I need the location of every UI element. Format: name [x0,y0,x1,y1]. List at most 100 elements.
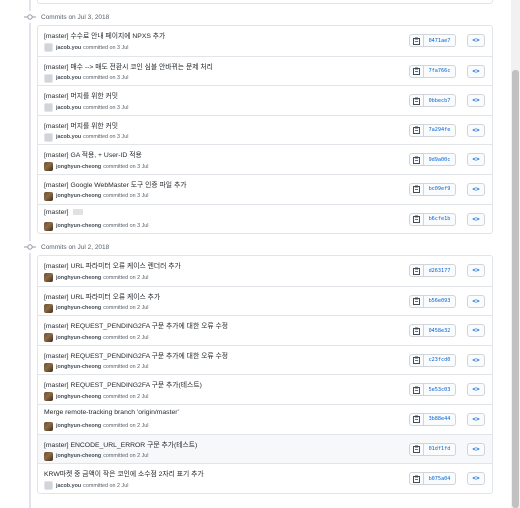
commit-author[interactable]: jacob.you [56,75,81,81]
commit-message[interactable]: [master] URL 파라미터 오류 케이스 렌더러 추가 [44,260,181,270]
commit-author[interactable]: jacob.you [56,45,81,51]
commit-message[interactable]: Merge remote-tracking branch 'origin/mas… [44,409,179,416]
browse-code-button[interactable]: <> [467,182,485,196]
commit-sha-link[interactable]: bc09ef9 [424,182,456,196]
browse-code-button[interactable]: <> [467,383,485,397]
commit-message-text[interactable]: [master] [44,209,69,216]
commit-message[interactable]: [master] [44,209,84,216]
commit-author[interactable]: jonghyun-cheong [56,335,101,341]
commit-author[interactable]: jonghyun-cheong [56,275,101,281]
commit-message-text[interactable]: [master] URL 파라미터 오류 케이스 렌더러 추가 [44,263,181,270]
avatar[interactable] [44,362,53,372]
avatar[interactable] [44,103,53,113]
commit-message-text[interactable]: [master] GA 적용, + User-ID 적용 [44,152,142,159]
avatar[interactable] [44,221,53,231]
browse-code-button[interactable]: <> [467,64,485,78]
copy-sha-button[interactable] [409,264,424,277]
commit-author[interactable]: jonghyun-cheong [56,164,101,170]
browse-code-button[interactable]: <> [467,153,485,167]
avatar[interactable] [44,303,53,313]
commit-author[interactable]: jacob.you [56,483,81,489]
commit-author[interactable]: jonghyun-cheong [56,394,101,400]
commit-sha-link[interactable]: b075a04 [424,472,456,486]
commit-message-text[interactable]: [master] 머지를 위한 커밋 [44,123,118,130]
copy-sha-button[interactable] [409,94,424,108]
avatar[interactable] [44,162,53,172]
commit-message[interactable]: [master] 머지를 위한 커밋 [44,120,118,130]
commit-message[interactable]: [master] 매수 --> 매도 전환시 코인 심볼 안바뀌는 문제 처리 [44,61,213,71]
copy-sha-button[interactable] [409,34,424,47]
commit-sha-link[interactable]: 01df1fd [424,442,456,456]
commit-sha-link[interactable]: 0bbecb7 [424,94,456,108]
avatar[interactable] [44,73,53,83]
commit-message[interactable]: [master] REQUEST_PENDING2FA 구문 추가에 대한 오류… [44,350,228,360]
browse-code-button[interactable]: <> [467,324,485,338]
commit-message-text[interactable]: [master] Google WebMaster 도구 인증 파일 추가 [44,182,186,189]
browse-code-button[interactable]: <> [467,94,485,108]
browse-code-button[interactable]: <> [467,123,485,137]
avatar[interactable] [44,392,53,402]
copy-sha-button[interactable] [409,472,424,486]
commit-message[interactable]: [master] REQUEST_PENDING2FA 구문 추가에 대한 오류… [44,320,228,330]
copy-sha-button[interactable] [409,212,424,226]
commit-message[interactable]: [master] GA 적용, + User-ID 적용 [44,149,142,159]
commit-author[interactable]: jonghyun-cheong [56,453,101,459]
commit-author[interactable]: jonghyun-cheong [56,305,101,311]
copy-sha-button[interactable] [409,383,424,397]
copy-sha-button[interactable] [409,324,424,338]
commit-message-text[interactable]: [master] 머지를 위한 커밋 [44,93,118,100]
browse-code-button[interactable]: <> [467,34,485,47]
commit-sha-link[interactable]: c23fcd0 [424,353,456,367]
commit-message[interactable]: KRW마켓 중 금액이 작은 코인에 소수점 2자리 표기 추가 [44,468,204,478]
commit-sha-link[interactable]: 3b88e44 [424,412,456,426]
commit-message[interactable]: [master] REQUEST_PENDING2FA 구문 추가(테스트) [44,379,202,389]
copy-sha-button[interactable] [409,123,424,137]
commit-author[interactable]: jonghyun-cheong [56,364,101,370]
avatar[interactable] [44,43,53,52]
commit-sha-link[interactable]: 0458e32 [424,324,456,338]
copy-sha-button[interactable] [409,442,424,456]
browse-code-button[interactable]: <> [467,442,485,456]
commit-message-text[interactable]: [master] 수수료 안내 페이지에 NPXS 추가 [44,33,165,40]
commit-author[interactable]: jonghyun-cheong [56,423,101,429]
commit-sha-link[interactable]: 0471ae7 [424,34,456,47]
avatar[interactable] [44,273,53,282]
browse-code-button[interactable]: <> [467,412,485,426]
commit-message[interactable]: [master] 수수료 안내 페이지에 NPXS 추가 [44,30,165,40]
commit-sha-link[interactable]: 7fa766c [424,64,456,78]
browse-code-button[interactable]: <> [467,353,485,367]
commit-sha-link[interactable]: b56e093 [424,294,456,308]
avatar[interactable] [44,191,53,201]
copy-sha-button[interactable] [409,64,424,78]
commit-message-text[interactable]: [master] REQUEST_PENDING2FA 구문 추가(테스트) [44,382,202,389]
commit-sha-link[interactable]: 5e53c03 [424,383,456,397]
commit-message[interactable]: [master] 머지를 위한 커밋 [44,90,118,100]
copy-sha-button[interactable] [409,294,424,308]
commit-message[interactable]: [master] Google WebMaster 도구 인증 파일 추가 [44,179,186,189]
browse-code-button[interactable]: <> [467,472,485,486]
commit-sha-link[interactable]: b6cfe1b [424,212,456,226]
commit-message-text[interactable]: [master] URL 파라미터 오류 케이스 추가 [44,294,160,301]
copy-sha-button[interactable] [409,412,424,426]
avatar[interactable] [44,421,53,431]
commit-message-text[interactable]: [master] 매수 --> 매도 전환시 코인 심볼 안바뀌는 문제 처리 [44,64,213,71]
commit-sha-link[interactable]: 9d9a00c [424,153,456,167]
commit-message-text[interactable]: [master] ENCODE_URL_ERROR 구문 추가(테스트) [44,442,197,449]
commit-author[interactable]: jonghyun-cheong [56,193,101,199]
scrollbar-thumb[interactable] [512,70,519,508]
commit-message-text[interactable]: [master] REQUEST_PENDING2FA 구문 추가에 대한 오류… [44,323,228,330]
commit-message-text[interactable]: KRW마켓 중 금액이 작은 코인에 소수점 2자리 표기 추가 [44,471,204,478]
commit-message[interactable]: [master] URL 파라미터 오류 케이스 추가 [44,291,160,301]
commit-message-text[interactable]: [master] REQUEST_PENDING2FA 구문 추가에 대한 오류… [44,353,228,360]
avatar[interactable] [44,132,53,142]
commit-author[interactable]: jacob.you [56,134,81,140]
commit-author[interactable]: jonghyun-cheong [56,223,101,229]
copy-sha-button[interactable] [409,182,424,196]
copy-sha-button[interactable] [409,353,424,367]
commit-message-text[interactable]: Merge remote-tracking branch 'origin/mas… [44,409,179,416]
scrollbar-track[interactable] [511,0,520,508]
copy-sha-button[interactable] [409,153,424,167]
avatar[interactable] [44,481,53,491]
avatar[interactable] [44,333,53,343]
commit-message[interactable]: [master] ENCODE_URL_ERROR 구문 추가(테스트) [44,439,197,449]
